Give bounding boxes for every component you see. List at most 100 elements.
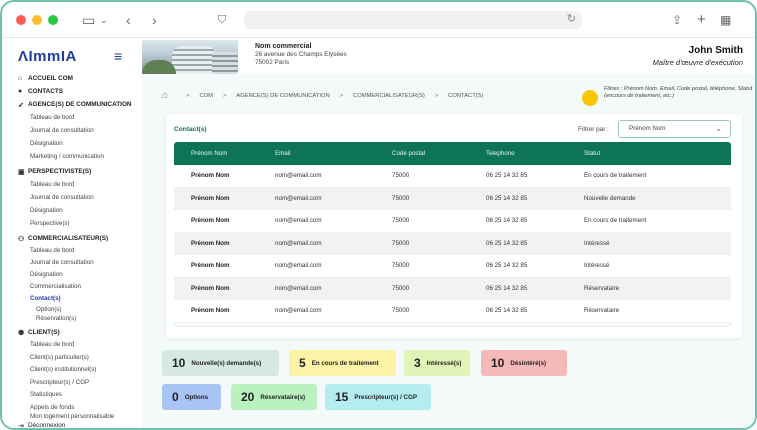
table-row[interactable]: Prénom Nom nom@email.com 75000 06 25 14 32 … [174, 300, 731, 323]
table-row[interactable]: Prénom Nom nom@email.com 75000 06 25 14 32 … [174, 165, 731, 188]
cell-status: Intéressé [584, 239, 610, 247]
breadcrumb-contacts: CONTACT(S) [448, 92, 484, 99]
stat-card[interactable]: 20 Réservataire(s) [231, 384, 317, 410]
sidebar-item-agences-marketing[interactable]: Marketing / communication [2, 150, 142, 163]
address-bar[interactable]: ↻ [244, 11, 582, 29]
sidebar-item-clients-logement[interactable]: Mon logement personnalisable [2, 413, 142, 421]
sidebar-item-persp-perspectives[interactable]: Perspective(s) [2, 217, 142, 230]
maximize-window-button[interactable] [48, 15, 58, 25]
sidebar-item-com-designation[interactable]: Désignation [2, 269, 142, 281]
cell-email: nom@email.com [275, 307, 322, 315]
sidebar-item-com-dashboard[interactable]: Tableau de bord [2, 245, 142, 257]
sidebar-item-com-options[interactable]: Option(s) [2, 305, 142, 314]
column-header-status[interactable]: Statut [584, 150, 731, 157]
sidebar-item-accueil[interactable]: ⌂ ACCUEIL COM [2, 72, 142, 85]
filter-select[interactable]: Prénom Nom ⌄ [618, 120, 731, 138]
user-icon: ● [18, 88, 23, 95]
sidebar-item-agences-designation[interactable]: Désignation [2, 137, 142, 150]
close-window-button[interactable] [16, 15, 26, 25]
column-header-postal[interactable]: Code postal [392, 150, 486, 157]
breadcrumb: ⌂ > COM > AGENCE(S) DE COMMUNICATION > C… [162, 90, 484, 101]
sidebar: ΛImmIA ≡ ⌂ ACCUEIL COM ● CONTACTS ➶ AGENCE(… [2, 38, 142, 428]
sidebar-item-agences-journal[interactable]: Journal de consultation [2, 124, 142, 137]
cell-email: nom@email.com [275, 239, 322, 247]
breadcrumb-agences[interactable]: AGENCE(S) DE COMMUNICATION [236, 93, 329, 99]
logo[interactable]: ΛImmIA [18, 48, 77, 65]
sidebar-section-perspectivistes[interactable]: ▣ PERSPECTIVISTE(S) [2, 165, 142, 178]
column-header-email[interactable]: Email [274, 150, 392, 157]
cell-email: nom@email.com [275, 284, 322, 292]
sidebar-item-clients-prescripteurs[interactable]: Prescripteur(s) / CGP [2, 377, 142, 390]
stat-label: Réservataire(s) [260, 393, 306, 401]
cell-email: nom@email.com [275, 217, 322, 225]
chevron-down-icon: ⌄ [715, 124, 722, 133]
sidebar-item-clients-institutionnels[interactable]: Client(s) institutionnel(s) [2, 364, 142, 377]
stat-label: Prescripteur(s) / CGP [354, 393, 417, 401]
sidebar-item-persp-designation[interactable]: Désignation [2, 204, 142, 217]
table-header: Prénom Nom Email Code postal Telephone S… [174, 142, 731, 165]
sidebar-item-clients-dashboard[interactable]: Tableau de bord [2, 339, 142, 352]
cell-status: En cours de traitement [584, 217, 647, 225]
contacts-card: Contact(s) Filtrer par : Prénom Nom ⌄ Pr… [166, 114, 742, 338]
chevron-down-icon[interactable]: ⌄ [100, 11, 108, 29]
stat-count: 10 [491, 356, 505, 370]
sidebar-section-commercialisateurs[interactable]: ⚇ COMMERCIALISATEUR(S) [2, 232, 142, 245]
stat-card[interactable]: 10 Nouvelle(s) demande(s) [162, 350, 279, 376]
stat-card[interactable]: 3 Intéressé(s) [404, 350, 470, 376]
shield-icon[interactable]: ⛉ [218, 11, 226, 29]
stat-count: 10 [172, 356, 186, 370]
sidebar-item-agences-dashboard[interactable]: Tableau de bord [2, 111, 142, 124]
breadcrumb-commercialisateurs[interactable]: COMMERCIALISATEUR(S) [353, 93, 425, 99]
forward-icon[interactable]: › [152, 11, 157, 29]
back-icon[interactable]: ‹ [126, 11, 131, 29]
stat-card[interactable]: 5 En cours de traitement [289, 350, 396, 376]
home-icon[interactable]: ⌂ [162, 90, 168, 101]
sidebar-item-clients-appels[interactable]: Appels de fonds [2, 402, 142, 413]
company-name: Nom commercial [255, 43, 312, 50]
cell-postal: 75000 [392, 262, 410, 270]
cell-name: Prénom Nom [191, 239, 230, 247]
sidebar-item-com-contacts[interactable]: Contact(s) [2, 293, 142, 305]
stat-card[interactable]: 10 Désintéré(s) [481, 350, 567, 376]
sidebar-item-persp-dashboard[interactable]: Tableau de bord [2, 178, 142, 191]
sidebar-section-clients[interactable]: ⚉ CLIENT(S) [2, 326, 142, 339]
sidebar-item-clients-particuliers[interactable]: Client(s) particulier(s) [2, 352, 142, 365]
stat-count: 0 [172, 390, 179, 404]
table-row[interactable]: Prénom Nom nom@email.com 75000 06 25 14 32 … [174, 187, 731, 210]
reload-icon[interactable]: ↻ [567, 12, 576, 25]
sidebar-item-contacts[interactable]: ● CONTACTS [2, 85, 142, 98]
sidebar-section-agences[interactable]: ➶ AGENCE(S) DE COMMUNICATION [2, 98, 142, 111]
column-header-phone[interactable]: Telephone [486, 150, 584, 157]
filter-label: Filtrer par : [578, 126, 609, 133]
cell-postal: 75000 [392, 307, 410, 315]
table-body: Prénom Nom nom@email.com 75000 06 25 14 32 … [174, 165, 731, 323]
cell-phone: 06 25 14 32 85 [486, 194, 528, 202]
sidebar-item-clients-statistiques[interactable]: Statistiques [2, 389, 142, 402]
table-row[interactable]: Prénom Nom nom@email.com 75000 06 25 14 32 … [174, 210, 731, 233]
menu-toggle-icon[interactable]: ≡ [114, 48, 122, 64]
share-icon[interactable]: ⇪ [672, 11, 682, 29]
tab-overview-icon[interactable]: ▦ [720, 11, 731, 29]
sidebar-item-com-journal[interactable]: Journal de consultation [2, 257, 142, 269]
table-row[interactable]: Prénom Nom nom@email.com 75000 06 25 14 32 … [174, 255, 731, 278]
stat-card[interactable]: 0 Options [162, 384, 221, 410]
table-row[interactable]: Prénom Nom nom@email.com 75000 06 25 14 32 … [174, 277, 731, 300]
new-tab-icon[interactable]: + [697, 11, 706, 29]
logout-button[interactable]: ⇥ Déconnexion [2, 421, 142, 428]
minimize-window-button[interactable] [32, 15, 42, 25]
user-role: Maître d'œuvre d'exécution [652, 58, 743, 67]
column-header-name[interactable]: Prénom Nom [174, 150, 274, 157]
cell-status: Réservataire [584, 284, 620, 292]
breadcrumb-com[interactable]: COM [199, 93, 213, 99]
stat-card[interactable]: 15 Prescripteur(s) / CGP [325, 384, 431, 410]
rocket-icon: ➶ [18, 101, 24, 109]
sidebar-item-com-commercialisation[interactable]: Commercialisation [2, 281, 142, 293]
clients-icon: ⚉ [18, 329, 25, 337]
table-row[interactable]: Prénom Nom nom@email.com 75000 06 25 14 32 … [174, 232, 731, 255]
cell-name: Prénom Nom [191, 172, 230, 180]
info-bulb-icon [582, 90, 598, 106]
sidebar-toggle-icon[interactable]: ▭ [82, 11, 95, 29]
user-info[interactable]: John Smith Maître d'œuvre d'exécution [653, 45, 743, 67]
sidebar-item-com-reservations[interactable]: Réservation(s) [2, 314, 142, 324]
sidebar-item-persp-journal[interactable]: Journal de consultation [2, 191, 142, 204]
